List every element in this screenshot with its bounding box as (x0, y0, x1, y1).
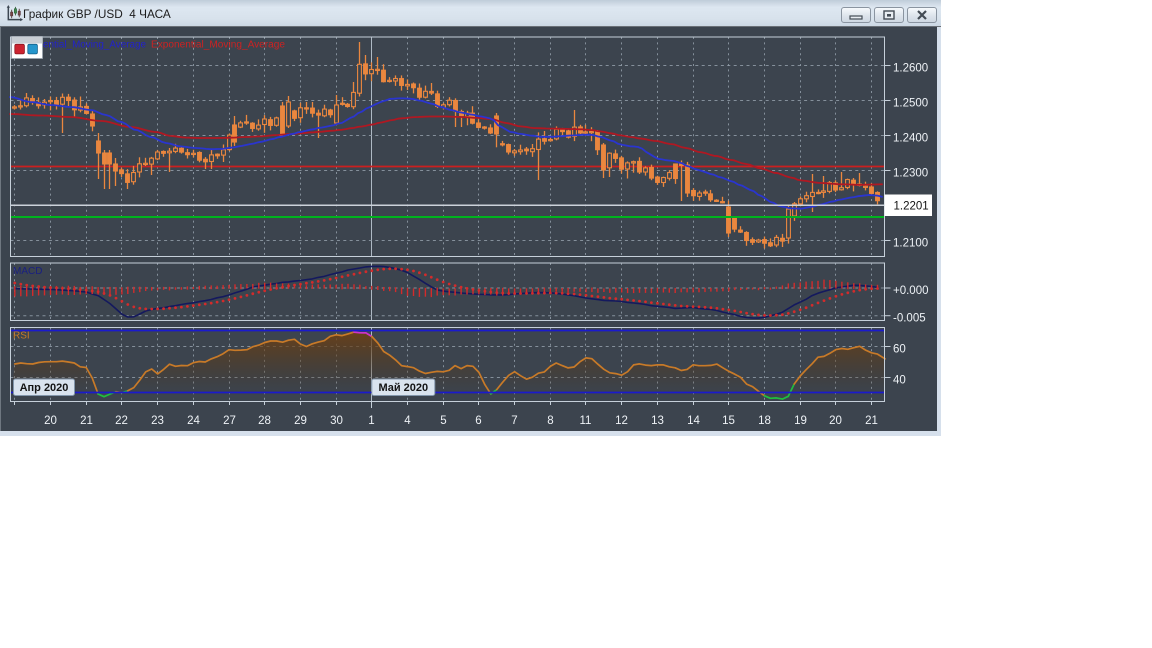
svg-text:12: 12 (615, 415, 628, 427)
svg-text:1.2400: 1.2400 (893, 133, 928, 145)
svg-text:20: 20 (829, 415, 842, 427)
svg-text:Апр 2020: Апр 2020 (20, 382, 69, 394)
svg-text:15: 15 (722, 415, 735, 427)
svg-text:MACD: MACD (13, 266, 42, 277)
svg-text:60: 60 (893, 344, 906, 356)
svg-text:30: 30 (330, 415, 343, 427)
svg-text:22: 22 (115, 415, 128, 427)
svg-text:28: 28 (258, 415, 271, 427)
svg-text:24: 24 (187, 415, 200, 427)
svg-text:8: 8 (547, 415, 553, 427)
svg-text:20: 20 (44, 415, 57, 427)
svg-text:1.2201: 1.2201 (894, 200, 929, 212)
svg-text:1: 1 (368, 415, 374, 427)
svg-text:18: 18 (758, 415, 771, 427)
svg-text:21: 21 (865, 415, 878, 427)
svg-text:1.2300: 1.2300 (893, 168, 928, 180)
svg-text:4: 4 (404, 415, 411, 427)
svg-text:23: 23 (151, 415, 164, 427)
svg-text:Exponential_Moving_Average: Exponential_Moving_Average (151, 40, 285, 51)
svg-text:14: 14 (687, 415, 700, 427)
svg-text:+0.000: +0.000 (893, 285, 929, 297)
svg-text:7: 7 (511, 415, 517, 427)
svg-text:13: 13 (651, 415, 664, 427)
svg-text:1.2500: 1.2500 (893, 98, 928, 110)
svg-text:6: 6 (475, 415, 481, 427)
svg-text:Май 2020: Май 2020 (378, 382, 428, 394)
svg-text:29: 29 (294, 415, 307, 427)
svg-text:-0.005: -0.005 (893, 313, 926, 325)
svg-text:RSI: RSI (13, 331, 30, 342)
svg-text:1.2600: 1.2600 (893, 63, 928, 75)
svg-text:21: 21 (80, 415, 93, 427)
svg-text:27: 27 (223, 415, 236, 427)
svg-text:40: 40 (893, 375, 906, 387)
svg-text:19: 19 (794, 415, 807, 427)
svg-text:11: 11 (580, 415, 592, 427)
svg-text:1.2100: 1.2100 (893, 238, 928, 250)
svg-text:5: 5 (440, 415, 446, 427)
